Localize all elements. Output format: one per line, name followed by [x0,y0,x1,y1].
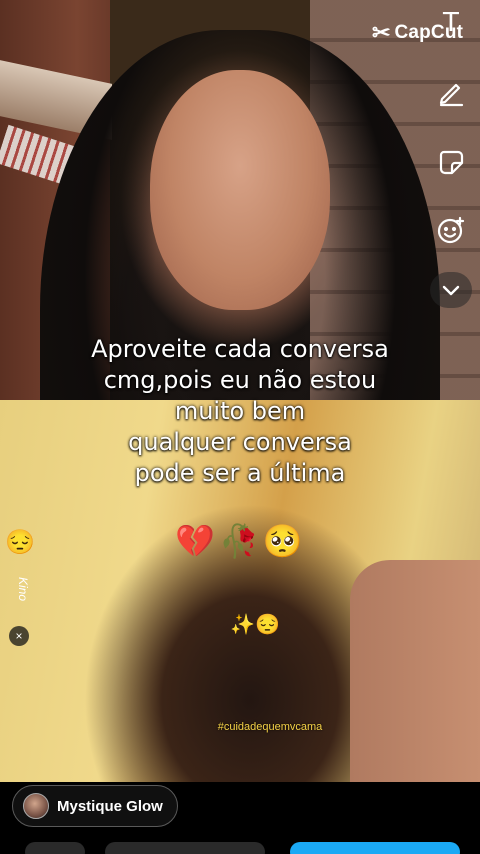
bottom-action-button[interactable] [105,842,265,854]
effect-chip[interactable]: Mystique Glow [12,785,178,827]
caption-line: cmg,pois eu não estou [103,366,377,394]
primary-action-button[interactable] [290,842,460,854]
effect-chip-label: Mystique Glow [57,797,163,815]
caption-line: qualquer conversa [128,428,352,456]
video-caption: Aproveite cada conversa cmg,pois eu não … [60,334,420,489]
caption-emojis: 💔🥀🥺 [175,523,307,559]
caption-line: muito bem [174,397,306,425]
caption-emojis-secondary: ✨😔 [230,614,280,636]
close-icon[interactable]: × [9,626,29,646]
effect-icon[interactable] [432,211,470,249]
side-tag-label[interactable]: Kino [2,572,30,606]
bottom-action-button[interactable] [25,842,85,854]
text-icon[interactable]: T [432,4,470,42]
sticker-icon[interactable] [432,143,470,181]
person-arm [350,560,480,782]
caption-line: pode ser a última [134,459,346,487]
side-tag-emoji: 😔 [5,529,35,556]
capcut-logo-icon: ✂ [372,20,391,45]
caption-hashtag: #cuidadequemvcama [217,721,323,733]
avatar [23,793,49,819]
pen-icon[interactable] [432,73,470,111]
person-face [150,70,330,310]
chevron-down-icon[interactable] [430,272,472,308]
caption-line: Aproveite cada conversa [91,335,389,363]
